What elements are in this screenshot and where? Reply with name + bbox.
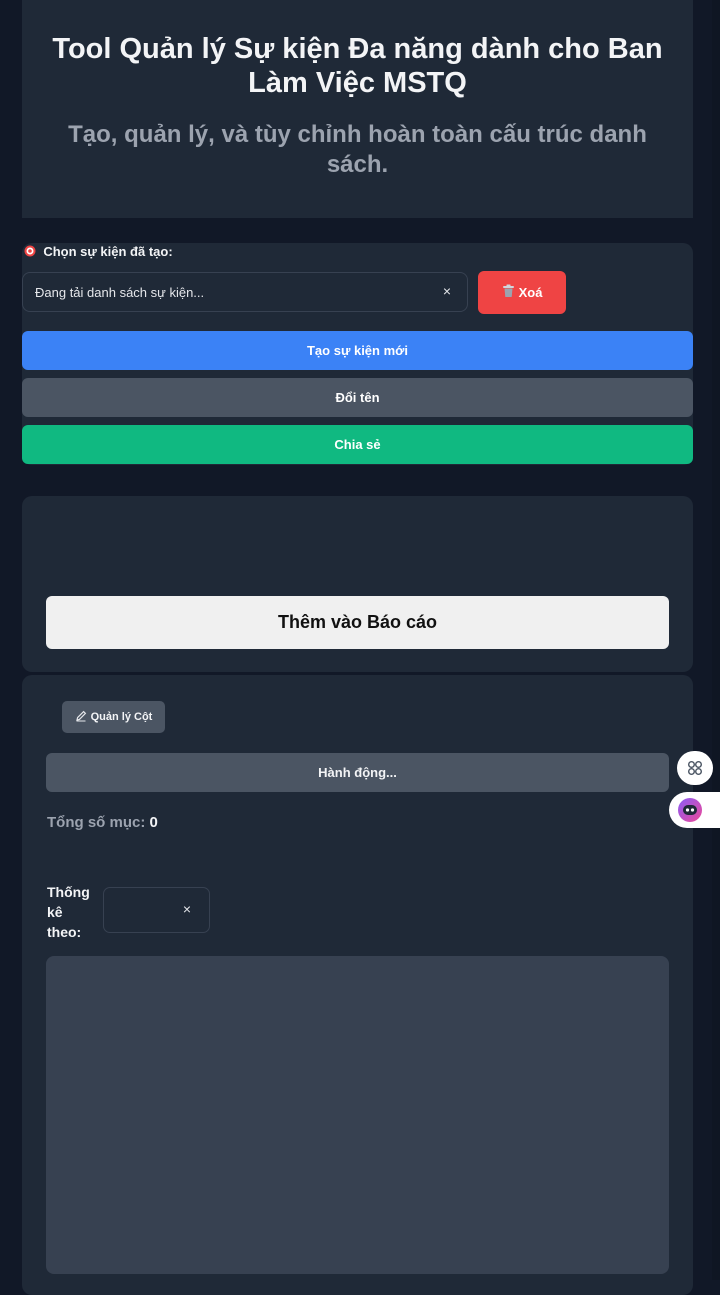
event-select-clear-icon[interactable]: × (443, 283, 451, 299)
share-event-button[interactable]: Chia sẻ (22, 425, 693, 464)
delete-event-label: Xoá (518, 285, 543, 300)
total-items: Tổng số mục: 0 (47, 814, 158, 831)
page-title: Tool Quản lý Sự kiện Đa năng dành cho Ba… (52, 33, 663, 99)
scrollbar-track[interactable] (712, 0, 720, 1280)
total-items-value: 0 (149, 814, 158, 831)
stat-by-clear-icon[interactable]: × (183, 901, 191, 917)
actions-dropdown[interactable]: Hành động... (46, 753, 669, 792)
assistant-icon[interactable] (669, 792, 720, 828)
target-icon (24, 245, 39, 259)
stat-by-select[interactable]: × (103, 887, 210, 933)
total-items-label: Tổng số mục: (47, 814, 146, 831)
trash-icon (502, 284, 515, 301)
event-select-label-text: Chọn sự kiện đã tạo: (43, 244, 173, 259)
page-subtitle: Tạo, quản lý, và tùy chỉnh hoàn toàn cấu… (68, 121, 647, 178)
manage-columns-label: Quản lý Cột (90, 711, 153, 723)
stats-chart-area (46, 956, 669, 1274)
event-select-value: Đang tải danh sách sự kiện... (35, 285, 205, 300)
delete-event-button[interactable]: Xoá (478, 271, 566, 314)
create-event-button[interactable]: Tạo sự kiện mới (22, 331, 693, 370)
add-to-report-button[interactable]: Thêm vào Báo cáo (46, 596, 669, 649)
stat-by-label: Thống kê theo: (47, 884, 90, 940)
rename-event-button[interactable]: Đổi tên (22, 378, 693, 417)
pencil-icon (75, 710, 87, 725)
event-select-label: Chọn sự kiện đã tạo: (24, 244, 173, 259)
event-select[interactable]: Đang tải danh sách sự kiện... × (22, 272, 468, 312)
page-header: Tool Quản lý Sự kiện Đa năng dành cho Ba… (22, 0, 693, 218)
grid-icon[interactable] (677, 751, 713, 785)
manage-columns-button[interactable]: Quản lý Cột (62, 701, 165, 733)
